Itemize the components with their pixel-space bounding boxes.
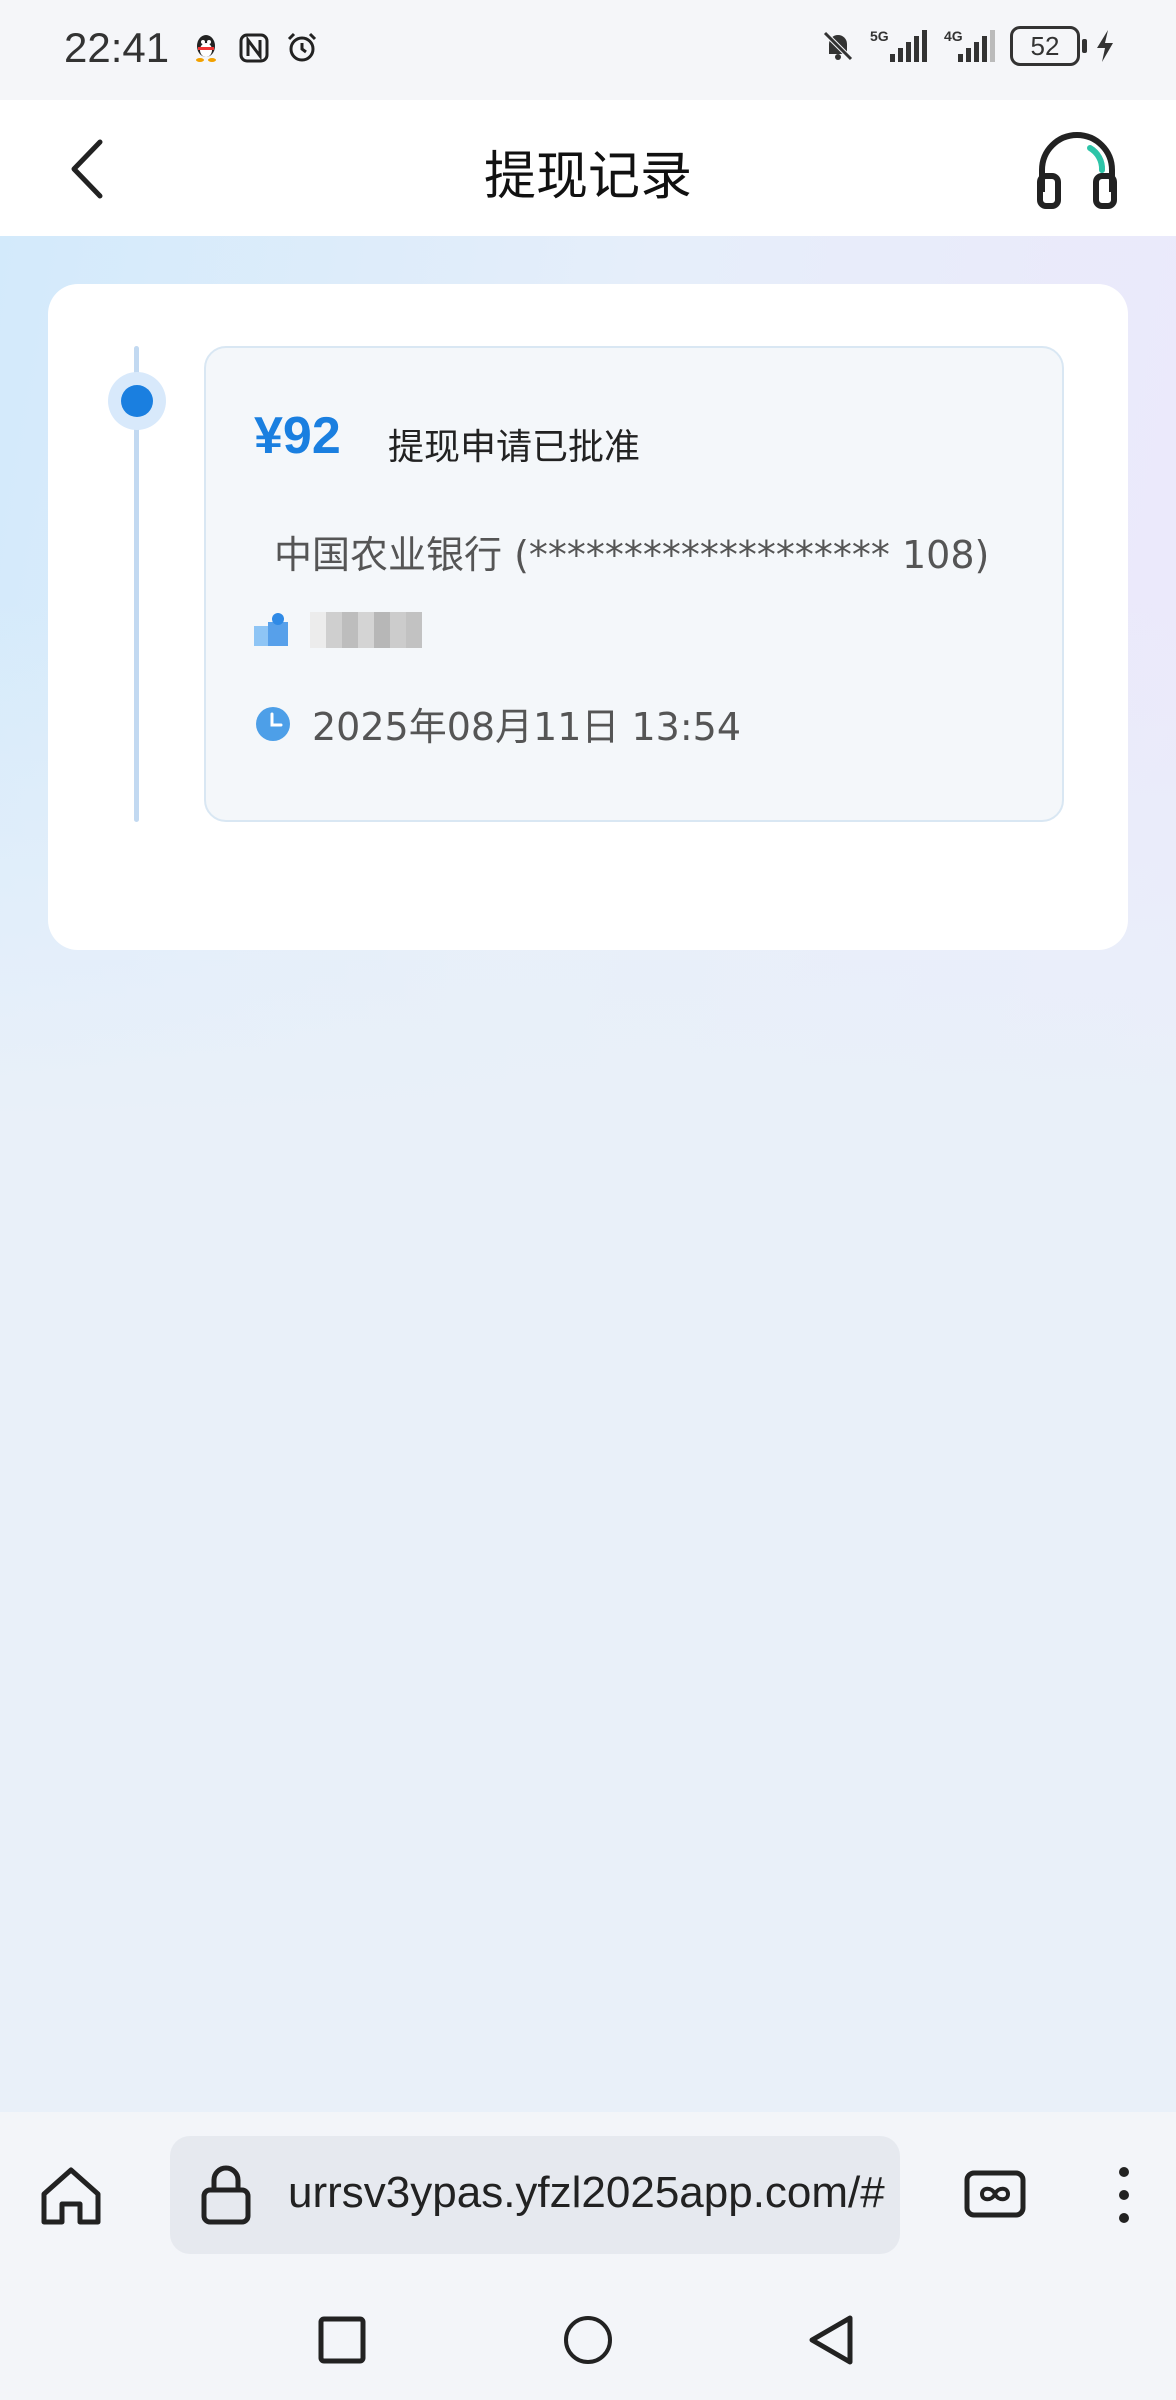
status-bar: 22:41 5G 4G 52 (0, 0, 1176, 100)
alarm-icon (287, 32, 317, 62)
charging-icon (1097, 30, 1113, 62)
app-header: 提现记录 (0, 100, 1176, 236)
svg-text:4G: 4G (944, 28, 963, 44)
headset-icon[interactable] (1032, 126, 1122, 212)
url-text: urrsv3ypas.yfzl2025app.com/# (288, 2168, 885, 2217)
blurred-name (310, 612, 422, 648)
browser-bottom-bar: urrsv3ypas.yfzl2025app.com/# (0, 2112, 1176, 2400)
user-icon (254, 613, 288, 646)
record-amount: ¥92 (254, 407, 341, 465)
withdrawal-records-card: ¥92 提现申请已批准 中国农业银行 (******************* … (48, 284, 1128, 950)
home-icon[interactable] (38, 2162, 104, 2228)
home-nav-button[interactable] (562, 2314, 614, 2366)
record-item[interactable]: ¥92 提现申请已批准 中国农业银行 (******************* … (204, 346, 1064, 822)
status-icons-right: 5G 4G 52 (820, 26, 1116, 66)
signal-5g-icon: 5G (870, 28, 927, 62)
record-time-row: 2025年08月11日 13:54 (254, 696, 741, 751)
status-time: 22:41 (64, 24, 170, 71)
recent-apps-button[interactable] (318, 2316, 366, 2364)
qq-icon (196, 35, 216, 62)
nfc-icon (239, 33, 269, 63)
tabs-icon[interactable] (964, 2170, 1026, 2218)
page-title: 提现记录 (483, 147, 692, 207)
svg-text:5G: 5G (870, 28, 889, 44)
clock-icon (256, 706, 290, 741)
lock-icon (201, 2165, 251, 2225)
record-bank: 中国农业银行 (******************* 108) (274, 533, 990, 577)
mute-icon (823, 31, 853, 61)
signal-4g-icon: 4G (944, 28, 995, 62)
back-nav-button[interactable] (806, 2314, 856, 2366)
record-status: 提现申请已批准 (388, 427, 641, 468)
timeline-dot (121, 385, 153, 417)
record-user-row (252, 610, 422, 650)
more-vert-icon[interactable] (1106, 2164, 1142, 2226)
record-time: 2025年08月11日 13:54 (312, 705, 742, 749)
url-bar[interactable]: urrsv3ypas.yfzl2025app.com/# (170, 2136, 900, 2254)
battery-indicator: 52 (1010, 26, 1087, 66)
status-icons-left (188, 30, 320, 66)
